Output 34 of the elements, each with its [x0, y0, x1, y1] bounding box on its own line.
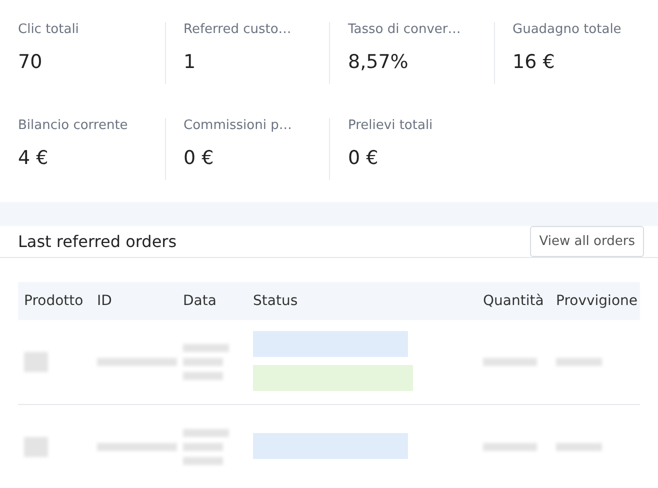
stat-label: Guadagno totale	[512, 22, 622, 37]
view-all-orders-button[interactable]: View all orders	[530, 226, 644, 257]
section-title: Last referred orders	[18, 232, 177, 251]
stat-label: Commissioni p…	[184, 118, 293, 133]
column-header: Data	[183, 293, 218, 309]
stat-value: 70	[18, 51, 44, 73]
column-header: Provvigione	[556, 293, 638, 309]
blurred-text	[483, 358, 537, 366]
stat-value: 16 €	[512, 51, 556, 73]
blurred-text	[183, 372, 223, 380]
stat-label: Clic totali	[18, 22, 80, 37]
column-header: Quantità	[483, 293, 545, 309]
stat-value: 1	[184, 51, 197, 73]
stat-value: 4 €	[18, 147, 50, 169]
blurred-text	[24, 437, 48, 457]
stat-value: 8,57%	[348, 51, 410, 73]
stat-label: Referred custo…	[184, 22, 292, 37]
blurred-text	[183, 358, 223, 366]
blurred-text	[183, 429, 229, 437]
blurred-text	[183, 344, 229, 352]
stat-label: Tasso di conver…	[348, 22, 462, 37]
stat-label: Bilancio corrente	[18, 118, 129, 133]
blurred-text	[24, 352, 48, 372]
stat-label: Prelievi totali	[348, 118, 434, 133]
stat-value: 0 €	[348, 147, 380, 169]
blurred-text	[483, 443, 537, 451]
column-header: Status	[253, 293, 299, 309]
blurred-text	[556, 358, 602, 366]
blurred-text	[556, 443, 602, 451]
blurred-text	[183, 443, 223, 451]
column-header: Prodotto	[24, 293, 84, 309]
stat-value: 0 €	[184, 147, 215, 169]
blurred-text	[183, 457, 223, 465]
column-header: ID	[97, 293, 113, 309]
